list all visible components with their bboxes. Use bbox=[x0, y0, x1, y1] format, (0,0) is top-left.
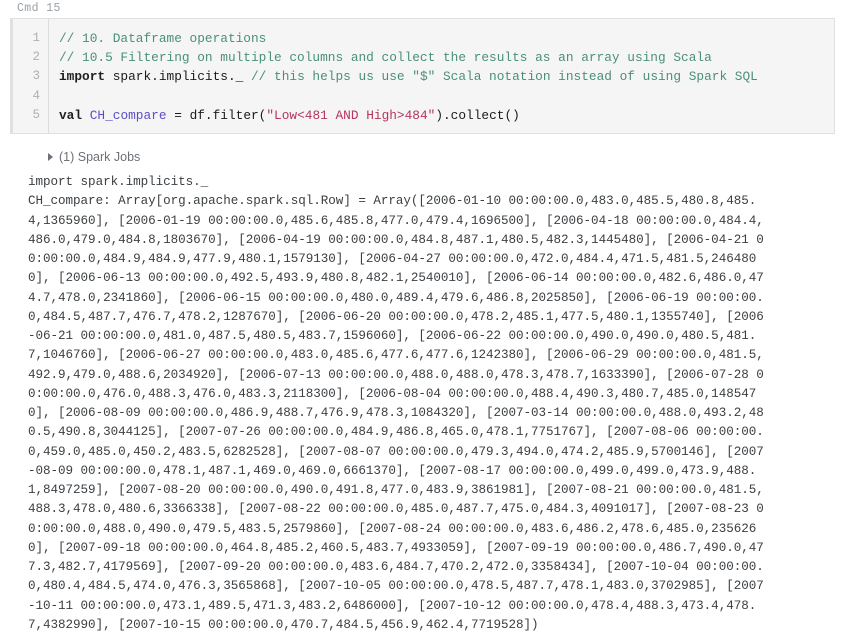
code-line: // 10.5 Filtering on multiple columns an… bbox=[59, 48, 834, 67]
output-line: 0], [2006-08-09 00:00:00.0,486.9,488.7,4… bbox=[28, 406, 764, 420]
output-line: 0:00:00.0,476.0,488.3,476.0,483.3,211830… bbox=[28, 386, 757, 401]
output-line: 0:00:00.0,488.0,490.0,479.5,483.5,257986… bbox=[28, 521, 757, 536]
output-line: 0], [2006-06-13 00:00:00.0,492.5,493.9,4… bbox=[28, 271, 764, 286]
chevron-right-icon[interactable] bbox=[48, 153, 53, 161]
line-number: 2 bbox=[32, 50, 40, 65]
code-text-area[interactable]: // 10. Dataframe operations // 10.5 Filte… bbox=[49, 19, 834, 133]
output-line: 0,459.0,485.0,450.2,483.5,6282528], [200… bbox=[28, 444, 764, 459]
output-line: 0,480.4,484.5,474.0,476.3,3565868], [200… bbox=[28, 579, 764, 594]
code-token: // 10. Dataframe operations bbox=[59, 31, 267, 46]
code-editor[interactable]: 1 2 3 4 5 // 10. Dataframe operations// … bbox=[10, 18, 835, 134]
cell-results: (1) Spark Jobs import spark.implicits._ C… bbox=[10, 138, 835, 635]
spark-jobs-toggle[interactable]: (1) Spark Jobs bbox=[48, 147, 140, 167]
code-token: = df.filter( bbox=[166, 107, 267, 123]
line-number: 5 bbox=[32, 107, 40, 122]
output-line: -10-11 00:00:00.0,473.1,489.5,471.3,483.… bbox=[28, 598, 757, 613]
output-line: 0.5,490.8,3044125], [2007-07-26 00:00:00… bbox=[28, 425, 764, 440]
code-line: val CH_compare = df.filter("Low<481 AND … bbox=[59, 106, 834, 125]
output-line: 0,484.5,487.7,476.7,478.2,1287670], [200… bbox=[28, 309, 764, 324]
output-line: 488.3,478.0,480.6,3366338], [2007-08-22 … bbox=[28, 502, 764, 517]
output-line: 0:00:00.0,484.9,484.9,477.9,480.1,157913… bbox=[28, 252, 757, 266]
output-line: 1,8497259], [2007-08-20 00:00:00.0,490.0… bbox=[28, 483, 764, 497]
code-token: "Low<481 AND High>484" bbox=[266, 107, 436, 123]
output-line: import spark.implicits._ bbox=[28, 175, 209, 189]
code-line: // 10. Dataframe operations bbox=[59, 29, 834, 48]
code-token: CH_compare bbox=[89, 107, 167, 123]
code-token: spark.implicits._ bbox=[105, 69, 251, 85]
code-token: // 10.5 Filtering on multiple columns an… bbox=[59, 50, 712, 66]
code-token: val bbox=[59, 107, 83, 123]
output-line: 7.3,482.7,4179569], [2007-09-20 00:00:00… bbox=[28, 560, 764, 574]
code-token: // this helps us use "$" Scala notation … bbox=[251, 69, 758, 85]
output-line: -08-09 00:00:00.0,478.1,487.1,469.0,469.… bbox=[28, 463, 757, 478]
output-line: 486.0,479.0,484.8,1803670], [2006-04-19 … bbox=[28, 232, 764, 247]
output-line: 492.9,479.0,488.6,2034920], [2006-07-13 … bbox=[28, 367, 764, 382]
code-token: import bbox=[59, 69, 106, 85]
cell-output-text: import spark.implicits._ CH_compare: Arra… bbox=[28, 173, 835, 635]
cell-command-label: Cmd 15 bbox=[17, 2, 61, 15]
code-line: import spark.implicits._ // this helps u… bbox=[59, 67, 834, 86]
output-line: 7,1046760], [2006-06-27 00:00:00.0,483.0… bbox=[28, 348, 764, 363]
output-line: 4,1365960], [2006-01-19 00:00:00.0,485.6… bbox=[28, 213, 764, 228]
line-number: 4 bbox=[32, 88, 40, 103]
spark-jobs-label: (1) Spark Jobs bbox=[59, 150, 141, 164]
output-line: -06-21 00:00:00.0,481.0,487.5,480.5,483.… bbox=[28, 329, 757, 343]
output-line: 0], [2007-09-18 00:00:00.0,464.8,485.2,4… bbox=[28, 540, 764, 555]
line-number: 3 bbox=[32, 69, 40, 84]
output-line: 7,4382990], [2007-10-15 00:00:00.0,470.7… bbox=[28, 617, 539, 632]
line-number: 1 bbox=[32, 31, 40, 45]
line-number-gutter: 1 2 3 4 5 bbox=[13, 19, 49, 133]
output-line: 4.7,478.0,2341860], [2006-06-15 00:00:00… bbox=[28, 290, 764, 305]
code-token: ).collect() bbox=[435, 107, 520, 123]
notebook-cell: Cmd 15 1 2 3 4 5 // 10. Dataframe operat… bbox=[0, 0, 841, 632]
output-line: CH_compare: Array[org.apache.spark.sql.R… bbox=[28, 194, 757, 209]
